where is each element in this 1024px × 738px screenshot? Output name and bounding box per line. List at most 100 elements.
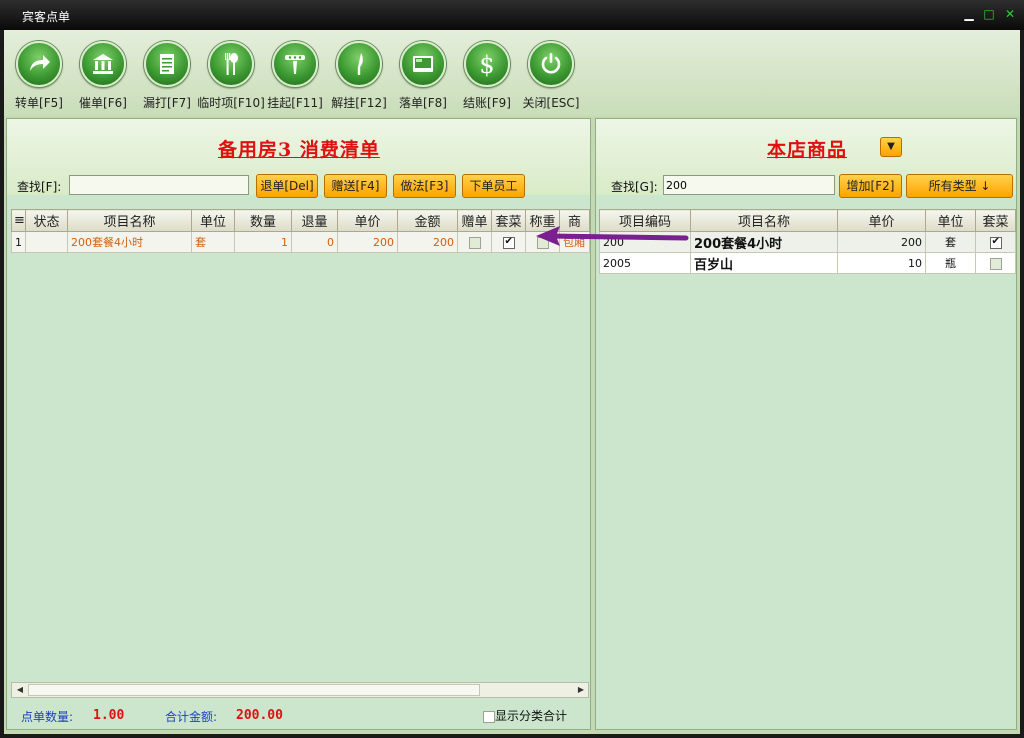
scroll-thumb[interactable] <box>28 684 480 696</box>
col-header-gift[interactable]: 赠单 <box>457 209 492 232</box>
power-icon <box>541 53 561 74</box>
tool-label: 解挂[F12] <box>331 96 387 110</box>
svg-text:$: $ <box>479 51 494 78</box>
goods-panel-header: 本店商品 ▼ 查找[G]: 增加[F2] 所有类型 ↓ <box>596 119 1016 198</box>
close-window-button[interactable]: 关闭[ESC] <box>518 40 584 112</box>
window-title: 宾客点单 <box>22 10 71 24</box>
checkout-button[interactable]: $ 结账[F9] <box>454 40 520 112</box>
goods-set-checkbox[interactable] <box>989 257 1002 270</box>
row-qty: 1 <box>234 231 292 253</box>
goods-unit: 套 <box>925 231 976 253</box>
unsuspend-button[interactable]: 解挂[F12] <box>326 40 392 112</box>
col-header-name[interactable]: 项目名称 <box>67 209 192 232</box>
place-order-button[interactable]: 落单[F8] <box>390 40 456 112</box>
row-gift-checkbox[interactable] <box>468 236 481 249</box>
goods-price: 200 <box>837 231 926 253</box>
cooking-method-button[interactable]: 做法[F3] <box>393 174 456 198</box>
order-total-label: 合计金额: <box>165 710 218 724</box>
table-row[interactable]: 2005 百岁山 10 瓶 <box>599 252 1016 274</box>
show-category-total-toggle[interactable]: 显示分类合计 <box>483 707 567 724</box>
order-find-input[interactable] <box>69 175 249 195</box>
order-panel-header: 备用房3 消费清单 查找[F]: 退单[Del] 赠送[F4] 做法[F3] 下… <box>7 119 590 198</box>
return-item-button[interactable]: 退单[Del] <box>256 174 318 198</box>
maximize-icon[interactable]: □ <box>982 7 996 21</box>
col-header-qty[interactable]: 数量 <box>234 209 292 232</box>
col-header-goods-price[interactable]: 单价 <box>837 209 926 232</box>
hanger-icon <box>285 55 305 74</box>
suspend-button[interactable]: 挂起[F11] <box>262 40 328 112</box>
row-weigh-checkbox[interactable] <box>536 236 549 249</box>
scroll-left-icon[interactable]: ◀ <box>13 684 27 696</box>
transfer-arrow-icon <box>30 55 50 71</box>
row-unit: 套 <box>191 231 235 253</box>
tool-label: 落单[F8] <box>399 96 447 110</box>
screen-icon <box>413 56 433 72</box>
col-header-weigh[interactable]: 称重 <box>525 209 560 232</box>
close-icon[interactable]: ✕ <box>1003 7 1017 21</box>
missed-print-button[interactable]: 漏打[F7] <box>134 40 200 112</box>
tool-label: 结账[F9] <box>463 96 511 110</box>
col-header-menu[interactable]: ≡ <box>11 209 26 232</box>
col-header-amount[interactable]: 金额 <box>397 209 458 232</box>
tool-label: 临时项[F10] <box>197 96 265 110</box>
goods-panel-title: 本店商品 <box>767 139 848 161</box>
col-header-goods-name[interactable]: 项目名称 <box>690 209 838 232</box>
tool-label: 关闭[ESC] <box>522 96 580 110</box>
table-row[interactable]: 200 200套餐4小时 200 套 <box>599 231 1016 253</box>
col-header-status[interactable]: 状态 <box>25 209 68 232</box>
order-table-header: ≡ 状态 项目名称 单位 数量 退量 单价 金额 赠单 套菜 称重 商 <box>11 209 590 232</box>
order-panel-title: 备用房3 消费清单 <box>218 139 380 161</box>
col-header-extra[interactable]: 商 <box>559 209 590 232</box>
goods-code: 2005 <box>599 252 691 274</box>
col-header-code[interactable]: 项目编码 <box>599 209 691 232</box>
row-return-qty: 0 <box>291 231 338 253</box>
minimize-icon[interactable]: ▁ <box>962 7 976 21</box>
goods-find-label: 查找[G]: <box>611 180 658 194</box>
row-extra: 包厢 <box>559 231 590 253</box>
order-staff-button[interactable]: 下单员工 <box>462 174 525 198</box>
row-index: 1 <box>11 231 26 253</box>
add-item-button[interactable]: 增加[F2] <box>839 174 902 198</box>
row-status <box>25 231 68 253</box>
goods-table: 项目编码 项目名称 单价 单位 套菜 200 200套餐4小时 200 套 20… <box>599 209 1016 274</box>
order-list-panel: 备用房3 消费清单 查找[F]: 退单[Del] 赠送[F4] 做法[F3] 下… <box>6 118 591 730</box>
col-header-return-qty[interactable]: 退量 <box>291 209 338 232</box>
goods-name: 200套餐4小时 <box>690 231 838 253</box>
goods-filter-dropdown-icon[interactable]: ▼ <box>880 137 902 157</box>
category-filter-button[interactable]: 所有类型 ↓ <box>906 174 1013 198</box>
main-frame: 转单[F5] 催单[F6] 漏打[F7] 临时项[F10] 挂起[F11] 解挂… <box>4 30 1020 734</box>
title-bar: 宾客点单 ▁ □ ✕ <box>0 0 1024 30</box>
bank-building-icon <box>93 54 113 74</box>
col-header-set[interactable]: 套菜 <box>491 209 526 232</box>
horizontal-scrollbar[interactable]: ◀ ▶ <box>11 682 589 698</box>
scroll-right-icon[interactable]: ▶ <box>574 684 588 696</box>
goods-set-checkbox[interactable] <box>989 236 1002 249</box>
show-category-checkbox[interactable] <box>483 710 495 723</box>
fork-spoon-icon <box>225 53 238 75</box>
tool-label: 催单[F6] <box>79 96 127 110</box>
col-header-goods-unit[interactable]: 单位 <box>925 209 976 232</box>
store-goods-panel: 本店商品 ▼ 查找[G]: 增加[F2] 所有类型 ↓ 项目编码 项目名称 单价… <box>595 118 1017 730</box>
urge-order-button[interactable]: 催单[F6] <box>70 40 136 112</box>
tool-label: 挂起[F11] <box>267 96 323 110</box>
table-row[interactable]: 1 200套餐4小时 套 1 0 200 200 包厢 <box>11 231 590 253</box>
col-header-price[interactable]: 单价 <box>337 209 398 232</box>
order-find-label: 查找[F]: <box>17 180 62 194</box>
row-set-checkbox[interactable] <box>502 236 515 249</box>
order-table: ≡ 状态 项目名称 单位 数量 退量 单价 金额 赠单 套菜 称重 商 1 20… <box>11 209 590 253</box>
order-count-label: 点单数量: <box>21 710 74 724</box>
temp-item-button[interactable]: 临时项[F10] <box>197 40 265 112</box>
goods-unit: 瓶 <box>925 252 976 274</box>
goods-find-input[interactable] <box>663 175 835 195</box>
document-icon <box>160 54 174 74</box>
col-header-goods-set[interactable]: 套菜 <box>975 209 1016 232</box>
col-header-unit[interactable]: 单位 <box>191 209 235 232</box>
row-price: 200 <box>337 231 398 253</box>
tool-label: 漏打[F7] <box>143 96 191 110</box>
toolbar: 转单[F5] 催单[F6] 漏打[F7] 临时项[F10] 挂起[F11] 解挂… <box>4 30 1020 116</box>
gift-button[interactable]: 赠送[F4] <box>324 174 387 198</box>
goods-name: 百岁山 <box>690 252 838 274</box>
goods-code: 200 <box>599 231 691 253</box>
tool-label: 转单[F5] <box>15 96 63 110</box>
transfer-order-button[interactable]: 转单[F5] <box>6 40 72 112</box>
